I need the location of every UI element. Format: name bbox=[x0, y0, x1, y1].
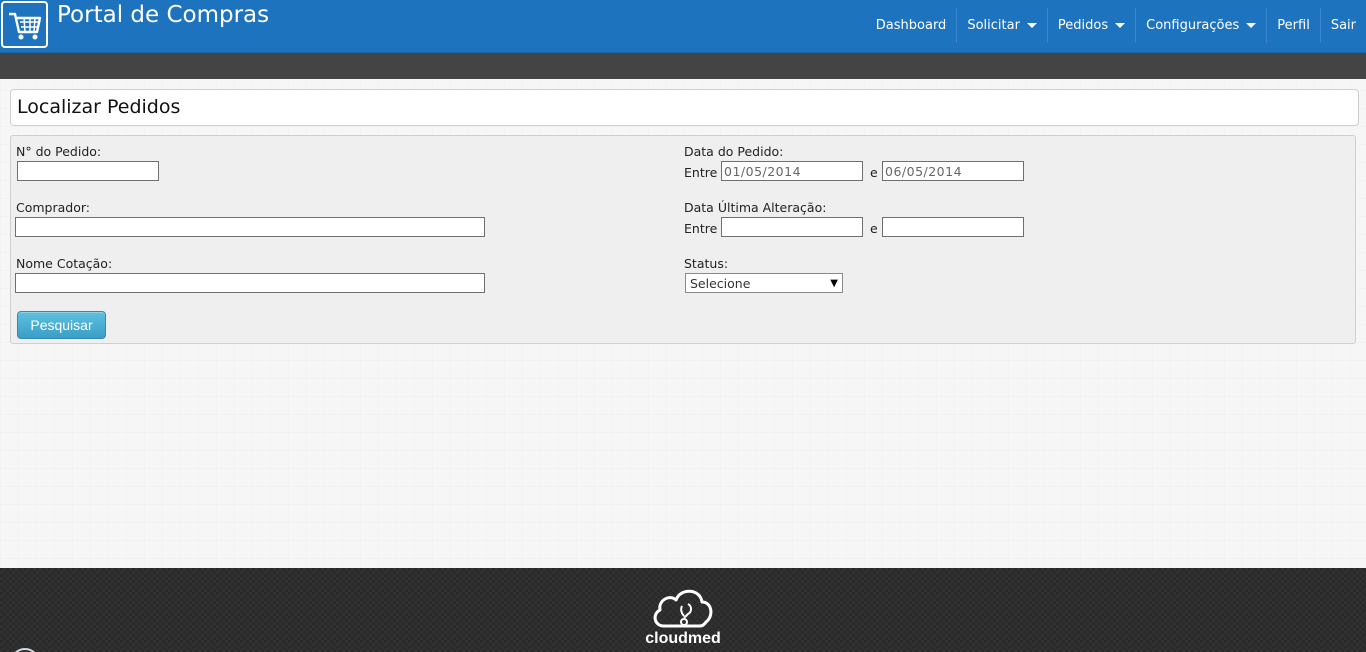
nome-cotacao-label: Nome Cotação: bbox=[16, 256, 113, 271]
app-logo[interactable] bbox=[1, 1, 48, 48]
main-nav: Dashboard Solicitar Pedidos Configuraçõe… bbox=[866, 8, 1366, 43]
chevron-down-icon bbox=[1026, 23, 1037, 28]
data-alteracao-and-label: e bbox=[870, 221, 878, 236]
page-title: Localizar Pedidos bbox=[17, 96, 181, 118]
data-pedido-from-input[interactable] bbox=[721, 161, 863, 181]
nav-sair-label: Sair bbox=[1330, 18, 1356, 33]
data-alteracao-between-label: Entre bbox=[684, 221, 718, 236]
nav-configuracoes[interactable]: Configurações bbox=[1136, 8, 1268, 43]
footer-logo: cloudmed bbox=[640, 582, 726, 652]
app-title: Portal de Compras bbox=[57, 2, 270, 28]
nav-perfil[interactable]: Perfil bbox=[1267, 8, 1321, 43]
nav-solicitar[interactable]: Solicitar bbox=[957, 8, 1048, 43]
nav-dashboard[interactable]: Dashboard bbox=[866, 8, 958, 43]
status-label: Status: bbox=[684, 256, 729, 271]
nav-sair[interactable]: Sair bbox=[1321, 8, 1366, 43]
data-alteracao-label: Data Última Alteração: bbox=[684, 200, 827, 215]
nav-solicitar-label: Solicitar bbox=[967, 18, 1020, 33]
data-pedido-between-label: Entre bbox=[684, 165, 718, 180]
data-pedido-and-label: e bbox=[870, 165, 878, 180]
nav-dashboard-label: Dashboard bbox=[875, 18, 947, 33]
search-form-panel: N° do Pedido: Comprador: Nome Cotação: D… bbox=[10, 135, 1356, 344]
data-alteracao-from-input[interactable] bbox=[721, 217, 863, 237]
footer-brand: cloudmed bbox=[645, 630, 721, 647]
nome-cotacao-input[interactable] bbox=[15, 273, 485, 293]
status-select[interactable]: Selecione ▼ bbox=[685, 273, 843, 293]
top-navbar: Portal de Compras Dashboard Solicitar Pe… bbox=[0, 0, 1366, 53]
search-button[interactable]: Pesquisar bbox=[17, 311, 106, 339]
comprador-input[interactable] bbox=[15, 217, 485, 237]
data-alteracao-to-input[interactable] bbox=[882, 217, 1024, 237]
nav-perfil-label: Perfil bbox=[1277, 18, 1310, 33]
cloud-stethoscope-icon bbox=[653, 589, 713, 628]
chevron-down-icon: ▼ bbox=[830, 277, 838, 289]
data-pedido-to-input[interactable] bbox=[882, 161, 1024, 181]
comprador-label: Comprador: bbox=[16, 200, 90, 215]
status-selected-value: Selecione bbox=[690, 275, 751, 291]
chevron-down-icon bbox=[1246, 23, 1257, 28]
numero-pedido-label: N° do Pedido: bbox=[16, 144, 102, 159]
nav-pedidos-label: Pedidos bbox=[1057, 18, 1109, 33]
nav-pedidos[interactable]: Pedidos bbox=[1048, 8, 1137, 43]
chevron-down-icon bbox=[1115, 23, 1126, 28]
data-pedido-label: Data do Pedido: bbox=[684, 144, 784, 159]
sub-navbar bbox=[0, 53, 1366, 79]
page-title-panel: Localizar Pedidos bbox=[10, 89, 1359, 126]
nav-configuracoes-label: Configurações bbox=[1146, 18, 1240, 33]
shopping-cart-icon bbox=[8, 12, 41, 39]
footer: cloudmed bbox=[0, 568, 1366, 652]
numero-pedido-input[interactable] bbox=[17, 161, 159, 181]
